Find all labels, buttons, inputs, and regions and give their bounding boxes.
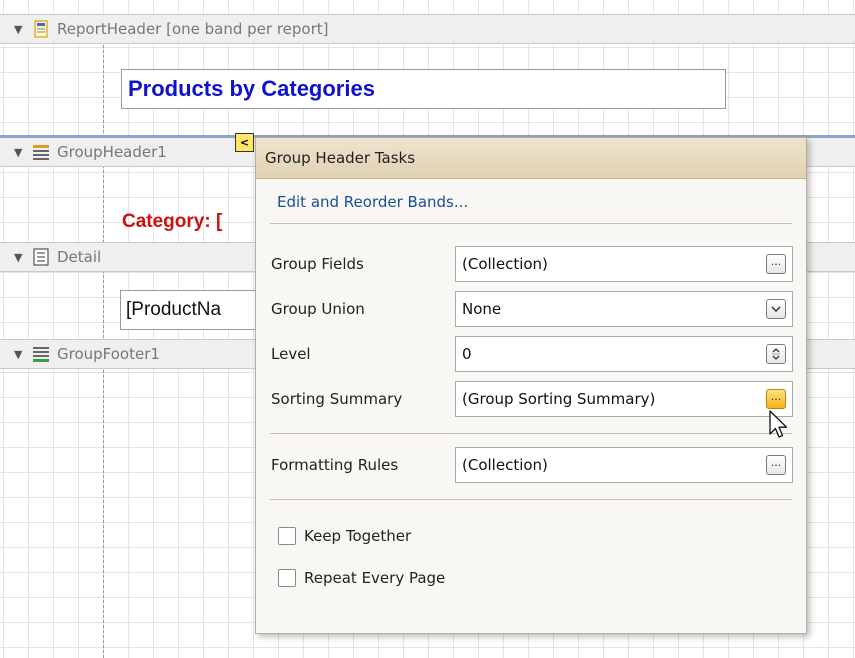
detail-icon [33, 248, 49, 266]
formatting-rules-value: (Collection) [462, 456, 548, 474]
ellipsis-icon[interactable]: ··· [766, 455, 786, 475]
repeat-every-page-checkbox[interactable]: Repeat Every Page [278, 569, 445, 587]
sorting-summary-field[interactable]: (Group Sorting Summary) ··· [455, 381, 793, 417]
dropdown-arrow-icon[interactable] [766, 299, 786, 319]
collapse-arrow-icon[interactable]: ▼ [14, 146, 24, 159]
smart-tag-collapse-icon[interactable]: < [235, 133, 254, 152]
level-value: 0 [462, 345, 472, 363]
repeat-every-page-label: Repeat Every Page [304, 569, 446, 587]
level-spinner[interactable]: 0 [455, 336, 793, 372]
checkbox-box[interactable] [278, 569, 296, 587]
edit-reorder-bands-link[interactable]: Edit and Reorder Bands... [277, 193, 468, 211]
collapse-arrow-icon[interactable]: ▼ [14, 251, 24, 264]
ellipsis-icon[interactable]: ··· [766, 254, 786, 274]
band-report-header[interactable]: ▼ ReportHeader [one band per report] [0, 14, 855, 44]
group-union-select[interactable]: None [455, 291, 793, 327]
keep-together-checkbox[interactable]: Keep Together [278, 527, 411, 545]
separator [270, 223, 792, 224]
collapse-arrow-icon[interactable]: ▼ [14, 23, 24, 36]
panel-title: Group Header Tasks [256, 138, 806, 179]
band-label: Detail [57, 248, 102, 266]
group-fields-value: (Collection) [462, 255, 548, 273]
group-footer-icon [33, 347, 49, 362]
product-name-field[interactable]: [ProductNa [120, 290, 258, 330]
ellipsis-icon[interactable]: ··· [766, 389, 786, 409]
formatting-rules-label: Formatting Rules [271, 456, 399, 474]
collapse-arrow-icon[interactable]: ▼ [14, 348, 24, 361]
separator [270, 499, 792, 500]
keep-together-label: Keep Together [304, 527, 412, 545]
formatting-rules-field[interactable]: (Collection) ··· [455, 447, 793, 483]
sorting-summary-label: Sorting Summary [271, 390, 403, 408]
group-union-label: Group Union [271, 300, 365, 318]
group-union-value: None [462, 300, 502, 318]
band-label: ReportHeader [one band per report] [57, 20, 329, 38]
band-label: GroupFooter1 [57, 345, 160, 363]
band-label: GroupHeader1 [57, 143, 167, 161]
group-fields-label: Group Fields [271, 255, 364, 273]
level-label: Level [271, 345, 311, 363]
spin-icon[interactable] [766, 344, 786, 364]
group-header-tasks-panel: Group Header Tasks Edit and Reorder Band… [255, 137, 807, 634]
category-label[interactable]: Category: [ [122, 204, 262, 240]
report-header-icon [34, 20, 48, 38]
checkbox-box[interactable] [278, 527, 296, 545]
sorting-summary-value: (Group Sorting Summary) [462, 390, 656, 408]
report-title-label[interactable]: Products by Categories [121, 69, 726, 109]
separator [270, 433, 792, 434]
mouse-pointer-icon [769, 410, 788, 438]
group-fields-field[interactable]: (Collection) ··· [455, 246, 793, 282]
group-header-icon [33, 145, 49, 160]
